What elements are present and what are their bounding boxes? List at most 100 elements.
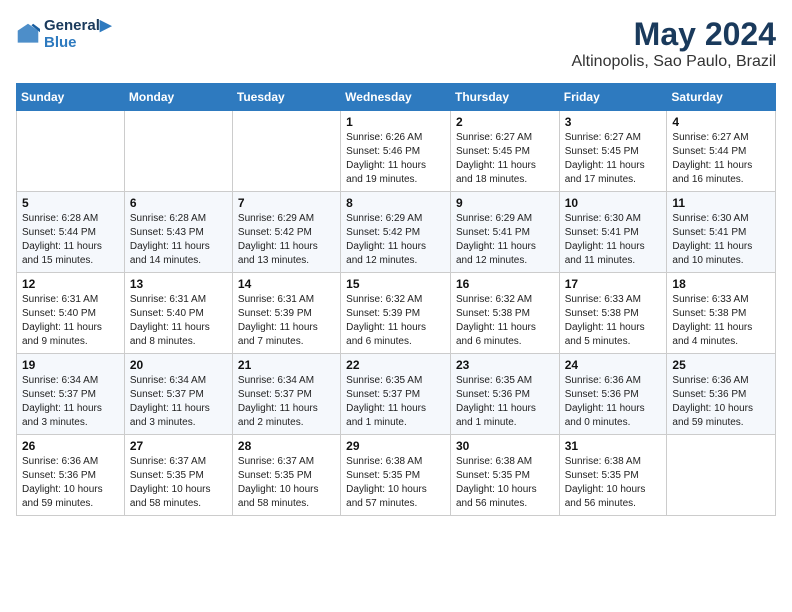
calendar-week-row: 5 Sunrise: 6:28 AM Sunset: 5:44 PM Daylig… <box>17 192 776 273</box>
calendar-cell: 13Sunrise: 6:31 AM Sunset: 5:40 PM Dayli… <box>124 273 232 354</box>
weekday-header-row: SundayMondayTuesdayWednesdayThursdayFrid… <box>17 84 776 111</box>
day-info: Sunrise: 6:38 AM Sunset: 5:35 PM Dayligh… <box>456 455 554 511</box>
day-number: 29 <box>346 439 445 453</box>
calendar-cell: 29Sunrise: 6:38 AM Sunset: 5:35 PM Dayli… <box>341 435 451 516</box>
calendar-cell: 23Sunrise: 6:35 AM Sunset: 5:36 PM Dayli… <box>450 354 559 435</box>
weekday-header: Sunday <box>17 84 125 111</box>
calendar-cell <box>667 435 776 516</box>
day-info: Sunrise: 6:36 AM Sunset: 5:36 PM Dayligh… <box>565 374 662 430</box>
day-info: Sunrise: 6:34 AM Sunset: 5:37 PM Dayligh… <box>238 374 335 430</box>
logo-icon <box>16 22 40 46</box>
day-info: Sunrise: 6:33 AM Sunset: 5:38 PM Dayligh… <box>672 293 770 349</box>
day-info: Sunrise: 6:30 AM Sunset: 5:41 PM Dayligh… <box>672 212 770 268</box>
day-number: 14 <box>238 277 335 291</box>
logo-text: General▶ Blue <box>44 16 111 51</box>
day-info: Sunrise: 6:34 AM Sunset: 5:37 PM Dayligh… <box>130 374 227 430</box>
month-title: May 2024 <box>571 16 776 53</box>
day-number: 12 <box>22 277 119 291</box>
day-info: Sunrise: 6:27 AM Sunset: 5:45 PM Dayligh… <box>565 131 662 187</box>
calendar-cell: 25 Sunrise: 6:36 AM Sunset: 5:36 PM Dayli… <box>667 354 776 435</box>
calendar-cell: 1Sunrise: 6:26 AM Sunset: 5:46 PM Daylig… <box>341 111 451 192</box>
day-number: 27 <box>130 439 227 453</box>
day-info: Sunrise: 6:35 AM Sunset: 5:37 PM Dayligh… <box>346 374 445 430</box>
calendar-cell: 31 Sunrise: 6:38 AM Sunset: 5:35 PM Dayli… <box>559 435 667 516</box>
calendar-cell: 30 Sunrise: 6:38 AM Sunset: 5:35 PM Dayli… <box>450 435 559 516</box>
day-info: Sunrise: 6:31 AM Sunset: 5:40 PM Dayligh… <box>22 293 119 349</box>
calendar-cell: 20 Sunrise: 6:34 AM Sunset: 5:37 PM Dayli… <box>124 354 232 435</box>
calendar-week-row: 19 Sunrise: 6:34 AM Sunset: 5:37 PM Dayli… <box>17 354 776 435</box>
day-number: 24 <box>565 358 662 372</box>
day-info: Sunrise: 6:32 AM Sunset: 5:39 PM Dayligh… <box>346 293 445 349</box>
day-number: 7 <box>238 196 335 210</box>
day-info: Sunrise: 6:37 AM Sunset: 5:35 PM Dayligh… <box>238 455 335 511</box>
day-info: Sunrise: 6:27 AM Sunset: 5:44 PM Dayligh… <box>672 131 770 187</box>
day-number: 31 <box>565 439 662 453</box>
day-info: Sunrise: 6:36 AM Sunset: 5:36 PM Dayligh… <box>22 455 119 511</box>
calendar-cell: 16Sunrise: 6:32 AM Sunset: 5:38 PM Dayli… <box>450 273 559 354</box>
calendar-cell: 19Sunrise: 6:34 AM Sunset: 5:37 PM Dayli… <box>17 354 125 435</box>
day-info: Sunrise: 6:29 AM Sunset: 5:42 PM Dayligh… <box>238 212 335 268</box>
day-info: Sunrise: 6:37 AM Sunset: 5:35 PM Dayligh… <box>130 455 227 511</box>
day-number: 16 <box>456 277 554 291</box>
weekday-header: Friday <box>559 84 667 111</box>
weekday-header: Wednesday <box>341 84 451 111</box>
day-number: 26 <box>22 439 119 453</box>
calendar-cell: 6Sunrise: 6:28 AM Sunset: 5:43 PM Daylig… <box>124 192 232 273</box>
day-info: Sunrise: 6:28 AM Sunset: 5:44 PM Dayligh… <box>22 212 119 268</box>
day-number: 3 <box>565 115 662 129</box>
day-info: Sunrise: 6:29 AM Sunset: 5:41 PM Dayligh… <box>456 212 554 268</box>
calendar-cell: 11 Sunrise: 6:30 AM Sunset: 5:41 PM Dayli… <box>667 192 776 273</box>
calendar-cell <box>232 111 340 192</box>
day-info: Sunrise: 6:30 AM Sunset: 5:41 PM Dayligh… <box>565 212 662 268</box>
calendar-cell: 10 Sunrise: 6:30 AM Sunset: 5:41 PM Dayli… <box>559 192 667 273</box>
logo: General▶ Blue <box>16 16 111 51</box>
calendar-cell: 2Sunrise: 6:27 AM Sunset: 5:45 PM Daylig… <box>450 111 559 192</box>
day-number: 17 <box>565 277 662 291</box>
weekday-header: Thursday <box>450 84 559 111</box>
day-number: 19 <box>22 358 119 372</box>
weekday-header: Tuesday <box>232 84 340 111</box>
day-info: Sunrise: 6:31 AM Sunset: 5:40 PM Dayligh… <box>130 293 227 349</box>
day-info: Sunrise: 6:33 AM Sunset: 5:38 PM Dayligh… <box>565 293 662 349</box>
day-number: 20 <box>130 358 227 372</box>
day-number: 21 <box>238 358 335 372</box>
calendar-cell: 8 Sunrise: 6:29 AM Sunset: 5:42 PM Daylig… <box>341 192 451 273</box>
day-number: 8 <box>346 196 445 210</box>
calendar-cell: 4 Sunrise: 6:27 AM Sunset: 5:44 PM Daylig… <box>667 111 776 192</box>
calendar-cell: 14 Sunrise: 6:31 AM Sunset: 5:39 PM Dayli… <box>232 273 340 354</box>
day-number: 28 <box>238 439 335 453</box>
calendar-cell <box>124 111 232 192</box>
day-number: 18 <box>672 277 770 291</box>
weekday-header: Monday <box>124 84 232 111</box>
calendar-cell <box>17 111 125 192</box>
title-block: May 2024 Altinopolis, Sao Paulo, Brazil <box>571 16 776 71</box>
day-number: 9 <box>456 196 554 210</box>
day-info: Sunrise: 6:36 AM Sunset: 5:36 PM Dayligh… <box>672 374 770 430</box>
day-number: 30 <box>456 439 554 453</box>
calendar-cell: 18 Sunrise: 6:33 AM Sunset: 5:38 PM Dayli… <box>667 273 776 354</box>
calendar-cell: 17 Sunrise: 6:33 AM Sunset: 5:38 PM Dayli… <box>559 273 667 354</box>
day-info: Sunrise: 6:38 AM Sunset: 5:35 PM Dayligh… <box>565 455 662 511</box>
page-header: General▶ Blue May 2024 Altinopolis, Sao … <box>16 16 776 71</box>
calendar-cell: 28 Sunrise: 6:37 AM Sunset: 5:35 PM Dayli… <box>232 435 340 516</box>
day-number: 11 <box>672 196 770 210</box>
day-number: 15 <box>346 277 445 291</box>
calendar-table: SundayMondayTuesdayWednesdayThursdayFrid… <box>16 83 776 516</box>
day-number: 5 <box>22 196 119 210</box>
calendar-cell: 27 Sunrise: 6:37 AM Sunset: 5:35 PM Dayli… <box>124 435 232 516</box>
calendar-cell: 21 Sunrise: 6:34 AM Sunset: 5:37 PM Dayli… <box>232 354 340 435</box>
day-number: 22 <box>346 358 445 372</box>
calendar-cell: 26 Sunrise: 6:36 AM Sunset: 5:36 PM Dayli… <box>17 435 125 516</box>
calendar-cell: 9 Sunrise: 6:29 AM Sunset: 5:41 PM Daylig… <box>450 192 559 273</box>
day-number: 25 <box>672 358 770 372</box>
calendar-cell: 22 Sunrise: 6:35 AM Sunset: 5:37 PM Dayli… <box>341 354 451 435</box>
day-info: Sunrise: 6:31 AM Sunset: 5:39 PM Dayligh… <box>238 293 335 349</box>
calendar-cell: 5 Sunrise: 6:28 AM Sunset: 5:44 PM Daylig… <box>17 192 125 273</box>
calendar-cell: 12 Sunrise: 6:31 AM Sunset: 5:40 PM Dayli… <box>17 273 125 354</box>
day-info: Sunrise: 6:28 AM Sunset: 5:43 PM Dayligh… <box>130 212 227 268</box>
day-number: 10 <box>565 196 662 210</box>
day-number: 1 <box>346 115 445 129</box>
day-number: 4 <box>672 115 770 129</box>
day-number: 23 <box>456 358 554 372</box>
day-info: Sunrise: 6:29 AM Sunset: 5:42 PM Dayligh… <box>346 212 445 268</box>
